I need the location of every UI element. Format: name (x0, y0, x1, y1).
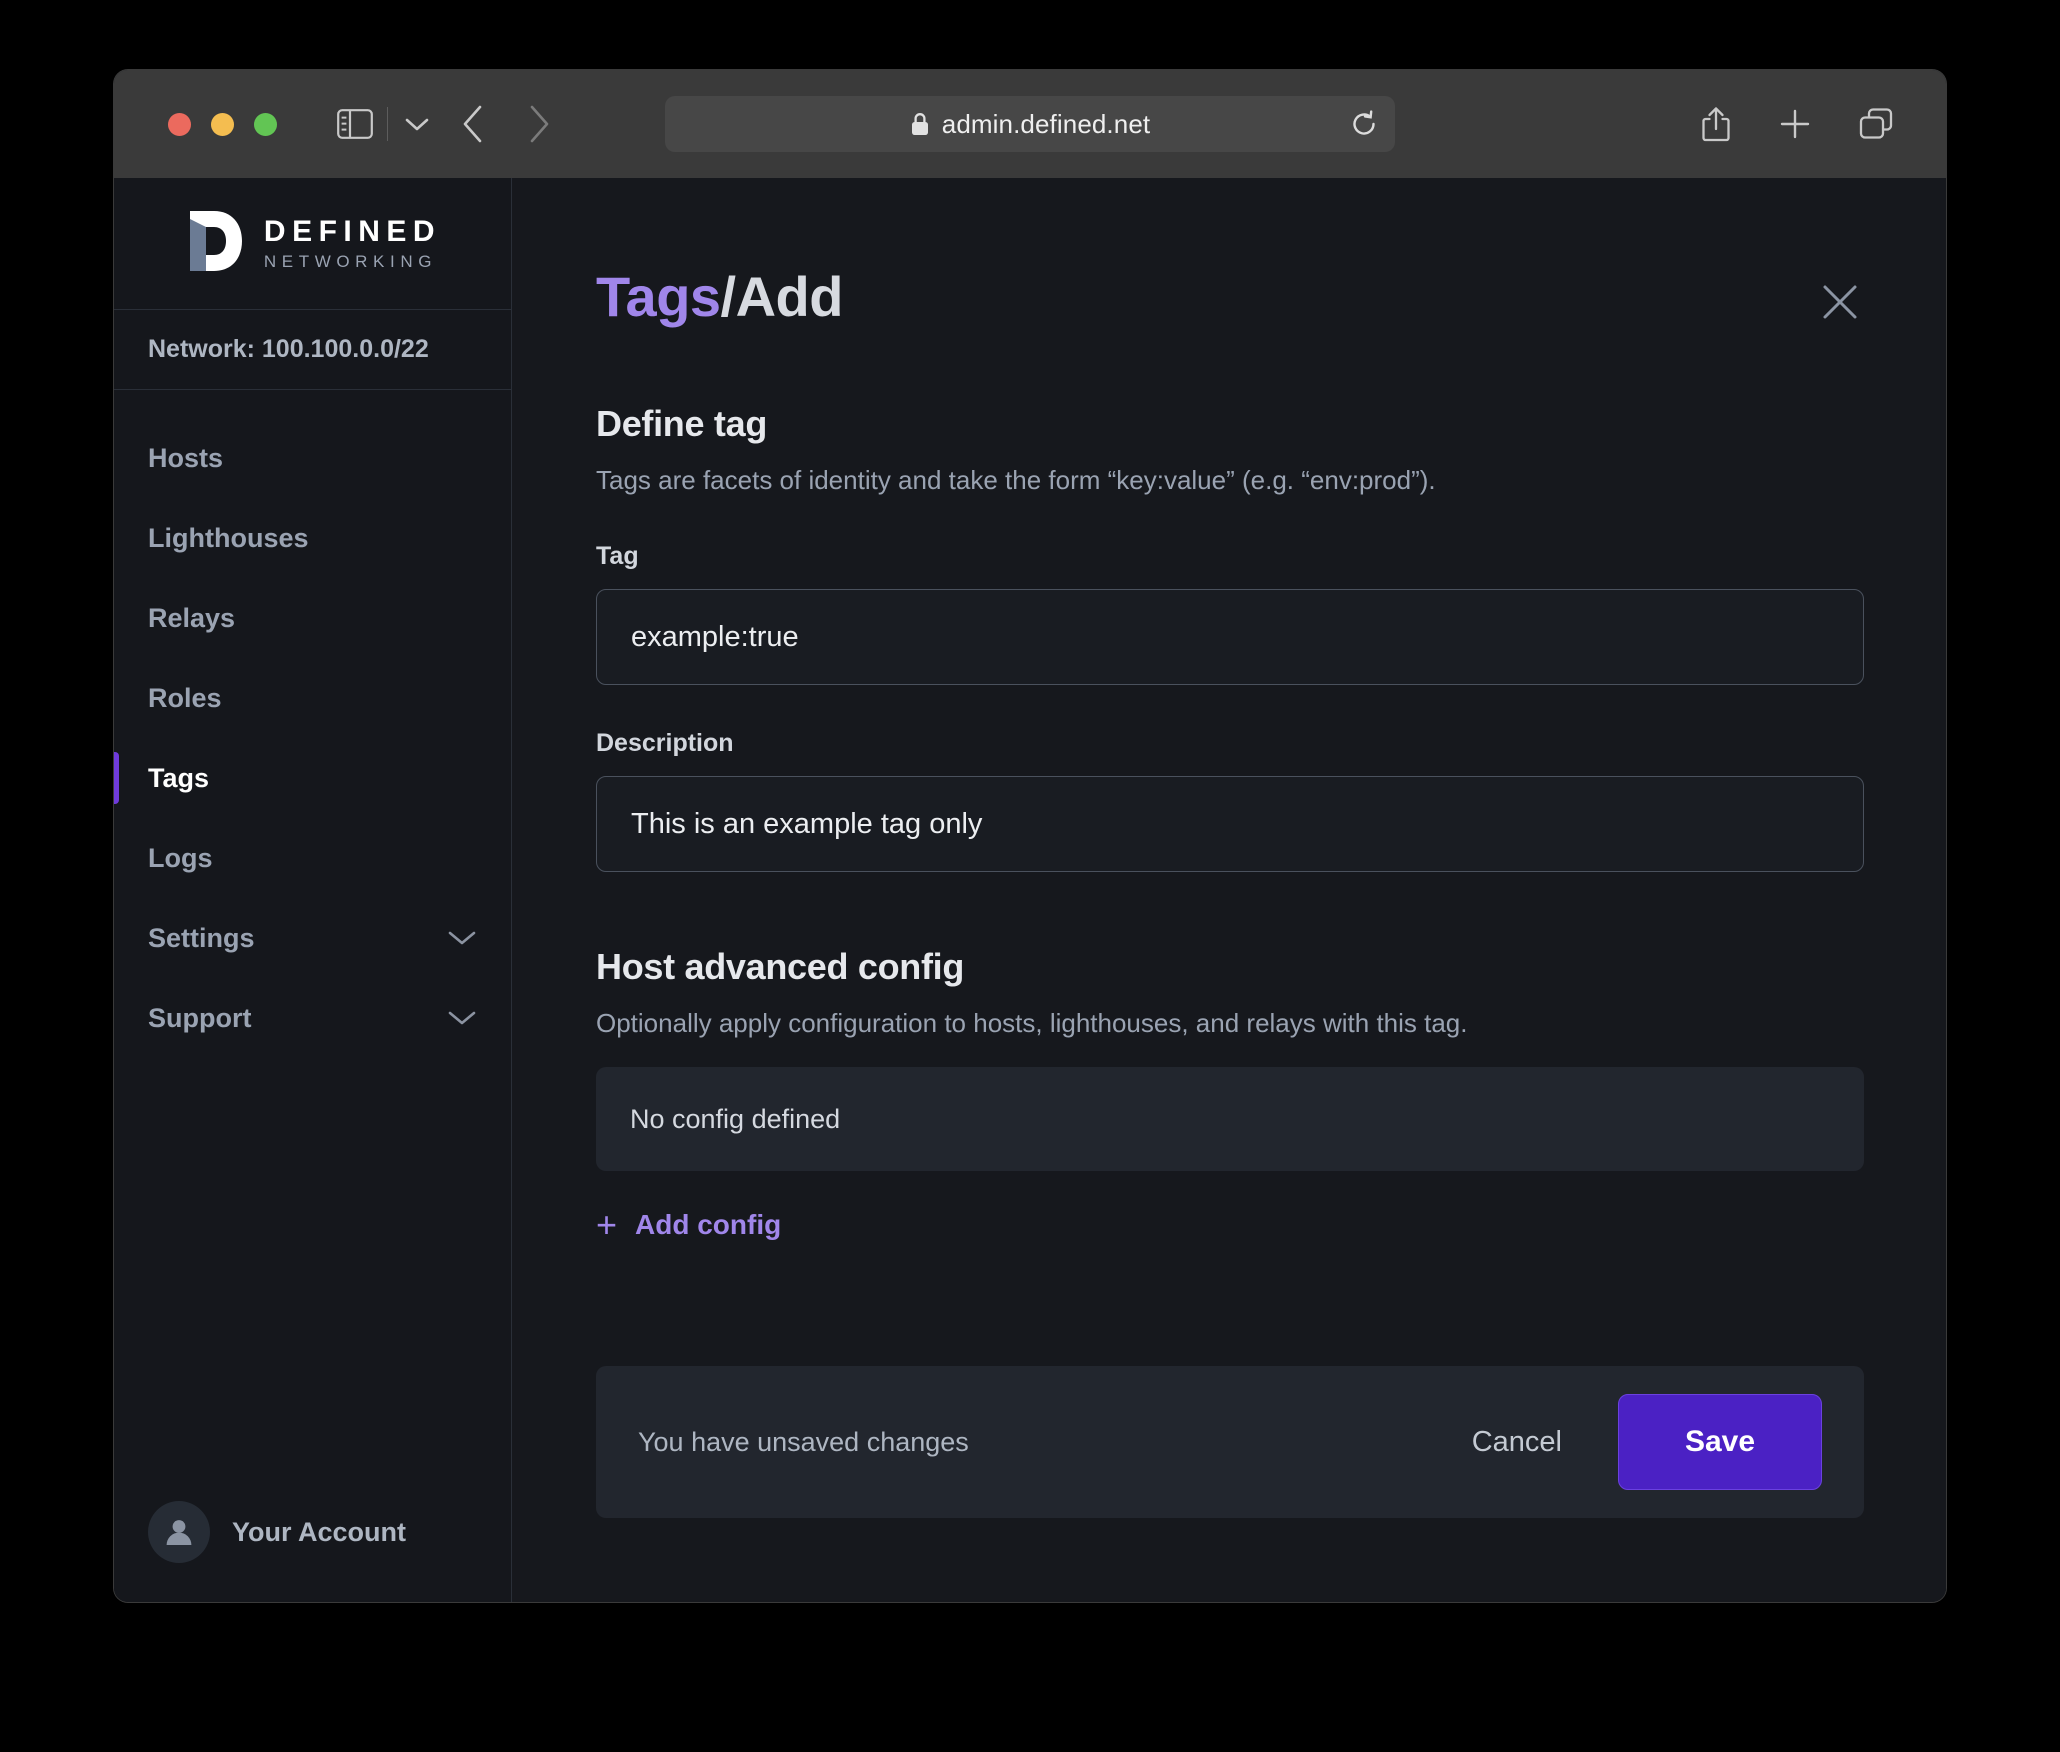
add-config-label: Add config (635, 1209, 781, 1241)
plus-icon: + (596, 1207, 617, 1243)
tab-overview-icon[interactable] (1858, 107, 1894, 141)
url-text: admin.defined.net (942, 109, 1150, 140)
sidebar-item-label: Lighthouses (148, 523, 309, 554)
sidebar-item-relays[interactable]: Relays (114, 578, 511, 658)
save-button[interactable]: Save (1618, 1394, 1822, 1490)
sidebar-nav: Hosts Lighthouses Relays Roles Tags Logs (114, 390, 511, 1058)
browser-window: admin.defined.net (114, 70, 1946, 1602)
sidebar-item-lighthouses[interactable]: Lighthouses (114, 498, 511, 578)
maximize-window-button[interactable] (254, 113, 277, 136)
network-label: Network: 100.100.0.0/22 (114, 310, 511, 390)
tag-field-label: Tag (596, 542, 1862, 571)
sidebar-item-label: Logs (148, 843, 213, 874)
breadcrumb-separator: / (721, 265, 736, 328)
logo-primary-text: DEFINED (264, 217, 441, 247)
sidebar: DEFINED NETWORKING Network: 100.100.0.0/… (114, 178, 512, 1602)
account-label: Your Account (232, 1517, 406, 1548)
description-input-value: This is an example tag only (631, 808, 982, 841)
tag-input-value: example:true (631, 621, 799, 654)
add-config-button[interactable]: + Add config (596, 1207, 781, 1243)
host-advanced-config-subtitle: Optionally apply configuration to hosts,… (596, 1006, 1862, 1041)
brand-logo[interactable]: DEFINED NETWORKING (114, 178, 511, 310)
sidebar-item-roles[interactable]: Roles (114, 658, 511, 738)
chevron-right-icon[interactable] (526, 103, 552, 145)
sidebar-item-support[interactable]: Support (114, 978, 511, 1058)
sidebar-item-label: Tags (148, 763, 209, 794)
define-tag-heading: Define tag (596, 403, 1862, 445)
app-body: DEFINED NETWORKING Network: 100.100.0.0/… (114, 178, 1946, 1602)
breadcrumb-leaf: Add (736, 265, 843, 328)
plus-icon[interactable] (1778, 107, 1812, 141)
toolbar-right-actions (1700, 105, 1918, 143)
account-menu[interactable]: Your Account (114, 1462, 511, 1602)
sidebar-item-logs[interactable]: Logs (114, 818, 511, 898)
description-input[interactable]: This is an example tag only (596, 776, 1864, 872)
minimize-window-button[interactable] (211, 113, 234, 136)
sidebar-item-label: Hosts (148, 443, 223, 474)
sidebar-item-hosts[interactable]: Hosts (114, 418, 511, 498)
main-content: Tags/Add Define tag Tags are facets of i… (512, 178, 1946, 1602)
user-avatar-icon (148, 1501, 210, 1563)
description-field-label: Description (596, 729, 1862, 758)
unsaved-changes-status: You have unsaved changes (638, 1427, 969, 1458)
sidebar-item-label: Support (148, 1003, 251, 1034)
breadcrumb-root[interactable]: Tags (596, 265, 721, 328)
close-icon[interactable] (1818, 280, 1862, 329)
host-advanced-config-heading: Host advanced config (596, 946, 1862, 988)
sidebar-item-label: Settings (148, 923, 255, 954)
window-traffic-lights (168, 113, 277, 136)
config-empty-state-label: No config defined (630, 1104, 840, 1135)
sidebar-item-label: Roles (148, 683, 222, 714)
cancel-button[interactable]: Cancel (1454, 1412, 1580, 1473)
chevron-down-icon[interactable] (404, 115, 430, 133)
chevron-down-icon (447, 1009, 477, 1027)
lock-icon (910, 112, 930, 137)
chevron-left-icon[interactable] (460, 103, 486, 145)
form-action-bar: You have unsaved changes Cancel Save (596, 1366, 1864, 1518)
tag-input[interactable]: example:true (596, 589, 1864, 685)
defined-networking-mark-icon (184, 205, 246, 282)
config-empty-state: No config defined (596, 1067, 1864, 1171)
share-icon[interactable] (1700, 105, 1732, 143)
reload-icon[interactable] (1349, 109, 1379, 139)
page-header: Tags/Add (596, 264, 1862, 329)
sidebar-item-label: Relays (148, 603, 235, 634)
address-bar[interactable]: admin.defined.net (665, 96, 1395, 152)
browser-toolbar: admin.defined.net (114, 70, 1946, 178)
chevron-down-icon (447, 929, 477, 947)
network-value: Network: 100.100.0.0/22 (148, 335, 429, 364)
define-tag-subtitle: Tags are facets of identity and take the… (596, 463, 1862, 498)
sidebar-item-settings[interactable]: Settings (114, 898, 511, 978)
sidebar-item-tags[interactable]: Tags (114, 738, 511, 818)
toolbar-divider (387, 107, 388, 141)
close-window-button[interactable] (168, 113, 191, 136)
logo-secondary-text: NETWORKING (264, 253, 441, 270)
sidebar-toggle-icon[interactable] (337, 109, 373, 139)
breadcrumb: Tags/Add (596, 264, 843, 329)
